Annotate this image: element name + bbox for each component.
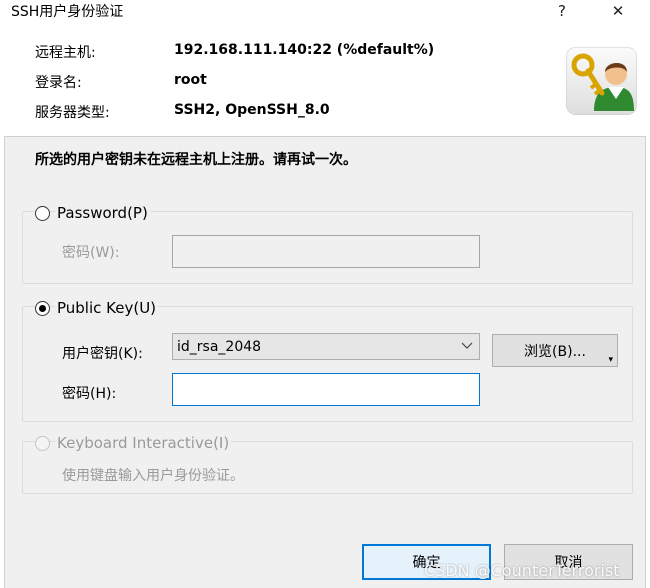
dropdown-triangle-icon: ▾: [608, 355, 613, 365]
help-icon: ?: [558, 2, 566, 20]
user-key-value: id_rsa_2048: [177, 338, 262, 355]
keyboard-interactive-radio-label[interactable]: Keyboard Interactive(I): [55, 434, 232, 452]
help-button[interactable]: ?: [540, 0, 584, 22]
host-value: 192.168.111.140:22 (%default%): [174, 42, 435, 58]
keyboard-interactive-description: 使用键盘输入用户身份验证。: [62, 468, 244, 484]
server-type-label: 服务器类型:: [35, 105, 110, 121]
chevron-down-icon: [461, 342, 473, 349]
password-radio-option[interactable]: Password(P): [35, 204, 150, 222]
close-icon: ✕: [611, 2, 625, 20]
window-title: SSH用户身份验证: [11, 4, 124, 20]
password-radio[interactable]: [35, 205, 50, 221]
password-field-label: 密码(W):: [62, 245, 120, 261]
key-passphrase-input[interactable]: [172, 373, 480, 406]
server-type-value: SSH2, OpenSSH_8.0: [174, 102, 330, 118]
title-bar: SSH用户身份验证 ? ✕: [0, 0, 650, 22]
password-input[interactable]: [172, 235, 480, 268]
browse-button-label: 浏览(B)...: [524, 343, 586, 360]
password-radio-label[interactable]: Password(P): [55, 204, 150, 222]
login-label: 登录名:: [35, 75, 82, 91]
browse-button[interactable]: 浏览(B)... ▾: [492, 334, 618, 367]
keyboard-interactive-radio[interactable]: [35, 435, 50, 451]
user-key-label: 用户密钥(K):: [62, 346, 143, 362]
host-label: 远程主机:: [35, 45, 96, 61]
user-key-select[interactable]: id_rsa_2048: [172, 333, 480, 360]
public-key-radio-label[interactable]: Public Key(U): [55, 299, 159, 317]
close-button[interactable]: ✕: [596, 0, 640, 22]
public-key-radio[interactable]: [35, 300, 50, 316]
error-message: 所选的用户密钥未在远程主机上注册。请再试一次。: [35, 152, 357, 168]
public-key-radio-option[interactable]: Public Key(U): [35, 299, 159, 317]
watermark: CSDN @CounterTerrorist: [424, 561, 620, 580]
key-passphrase-label: 密码(H):: [62, 386, 117, 402]
user-key-icon: [566, 47, 637, 115]
login-value: root: [174, 72, 207, 88]
keyboard-interactive-radio-option[interactable]: Keyboard Interactive(I): [35, 434, 232, 452]
